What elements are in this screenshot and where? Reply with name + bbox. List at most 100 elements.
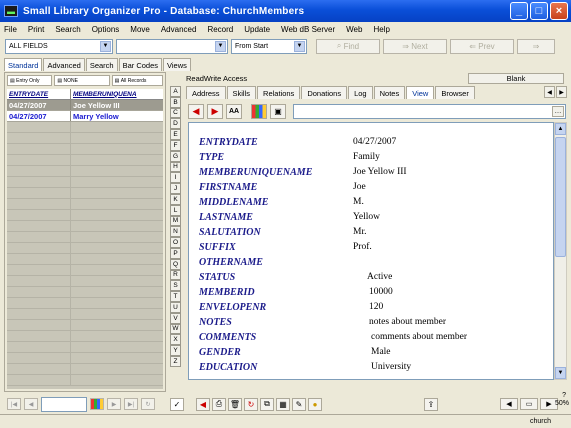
records-grid[interactable]: ENTRYDATE MEMBERUNIQUENA 04/27/2007 Joe …	[7, 89, 163, 389]
alpha-index-q[interactable]: Q	[170, 258, 181, 270]
entry-only-button[interactable]: ▤ Entry Only	[7, 75, 53, 86]
column-header-membername[interactable]: MEMBERUNIQUENA	[71, 89, 163, 99]
tab-standard[interactable]: Standard	[4, 58, 43, 71]
menu-print[interactable]: Print	[28, 25, 44, 34]
field-value-envelopenr[interactable]: 120	[369, 300, 383, 314]
alpha-index-a[interactable]: A	[170, 86, 181, 97]
tab-notes[interactable]: Notes	[373, 86, 406, 99]
prev-button[interactable]: ⇐ Prev	[450, 38, 514, 54]
field-value-status[interactable]: Active	[367, 270, 392, 284]
alpha-index-d[interactable]: D	[170, 118, 181, 130]
table-row[interactable]: 04/27/2007 Joe Yellow III	[7, 100, 163, 111]
alpha-index-y[interactable]: Y	[170, 345, 181, 356]
field-value-notes[interactable]: notes about member	[369, 315, 446, 329]
alpha-index-x[interactable]: X	[170, 334, 181, 346]
field-value-salutation[interactable]: Mr.	[353, 225, 366, 239]
field-value-memberid[interactable]: 10000	[369, 285, 393, 299]
alpha-index-f[interactable]: F	[170, 139, 181, 151]
grid-color-icon[interactable]	[251, 103, 267, 119]
view-folder-icon[interactable]: ▭	[520, 398, 538, 410]
edit-icon[interactable]: ✎	[292, 397, 306, 411]
copy-icon[interactable]: ⧉	[260, 397, 274, 411]
tab-donations[interactable]: Donations	[301, 86, 348, 99]
all-records-button[interactable]: ▤ All Records	[111, 75, 163, 86]
field-value-middlename[interactable]: M.	[353, 195, 364, 209]
refresh-icon[interactable]: ↻	[244, 397, 258, 411]
tab-log[interactable]: Log	[348, 86, 373, 99]
tab-advanced[interactable]: Advanced	[43, 58, 85, 71]
none-button[interactable]: ▤ NONE	[54, 75, 110, 86]
alpha-index-b[interactable]: B	[170, 96, 181, 108]
view-left-icon[interactable]: ◀	[500, 398, 518, 410]
tab-relations[interactable]: Relations	[257, 86, 301, 99]
tab-bar-codes[interactable]: Bar Codes	[118, 58, 163, 71]
menu-record[interactable]: Record	[207, 25, 233, 34]
chevron-down-icon[interactable]: ▼	[215, 40, 226, 52]
tab-views[interactable]: Views	[163, 58, 191, 71]
menu-webdb-server[interactable]: Web dB Server	[281, 25, 335, 34]
alpha-index-z[interactable]: Z	[170, 355, 181, 367]
field-value-education[interactable]: University	[371, 360, 411, 374]
tab-search[interactable]: Search	[85, 58, 118, 71]
print-view-icon[interactable]: ▣	[270, 103, 286, 119]
prev-record-icon[interactable]: ◀	[24, 398, 38, 410]
alpha-index-w[interactable]: W	[170, 323, 181, 335]
arrow-left-icon[interactable]: ◀	[188, 103, 204, 119]
chevron-left-icon[interactable]: ◀	[544, 86, 555, 98]
tab-browser[interactable]: Browser	[435, 86, 475, 99]
menu-help[interactable]: Help	[373, 25, 389, 34]
field-value-firstname[interactable]: Joe	[353, 180, 366, 194]
alpha-index-h[interactable]: H	[170, 161, 181, 173]
alpha-index-g[interactable]: G	[170, 150, 181, 162]
field-value-comments[interactable]: comments about member	[371, 330, 467, 344]
alpha-index-j[interactable]: J	[170, 183, 181, 194]
alpha-index-p[interactable]: P	[170, 247, 181, 259]
alpha-index-c[interactable]: C	[170, 107, 181, 119]
chevron-up-icon[interactable]: ▲	[555, 123, 566, 135]
column-header-entrydate[interactable]: ENTRYDATE	[7, 89, 71, 99]
chevron-down-icon[interactable]: ▼	[555, 367, 566, 379]
font-size-icon[interactable]: AA	[226, 103, 242, 119]
record-number-input[interactable]	[41, 396, 87, 412]
chevron-down-icon[interactable]: ▼	[100, 40, 111, 52]
more-button[interactable]: ⇒	[517, 38, 555, 54]
next-record-icon[interactable]: ▶	[107, 398, 121, 410]
alpha-index-t[interactable]: T	[170, 291, 181, 302]
menu-options[interactable]: Options	[92, 25, 120, 34]
grid-color-icon[interactable]	[90, 398, 104, 410]
alpha-index-m[interactable]: M	[170, 215, 181, 227]
trash-icon[interactable]: 🗑	[228, 397, 242, 411]
more-icon[interactable]: …	[552, 105, 564, 117]
alpha-index-u[interactable]: U	[170, 301, 181, 313]
arrow-right-icon[interactable]: ▶	[207, 103, 223, 119]
tab-address[interactable]: Address	[186, 86, 226, 99]
alpha-index-s[interactable]: S	[170, 280, 181, 292]
chevron-down-icon[interactable]: ▼	[294, 40, 305, 52]
blank-button[interactable]: Blank	[468, 73, 564, 84]
chevron-right-icon[interactable]: ▶	[556, 86, 567, 98]
tab-view[interactable]: View	[406, 86, 435, 99]
checkbox-icon[interactable]: ✓	[170, 397, 184, 411]
vertical-scrollbar[interactable]: ▲ ▼	[554, 122, 567, 380]
minimize-button[interactable]: _	[510, 2, 528, 20]
lightbulb-icon[interactable]: ●	[308, 397, 322, 411]
export-icon[interactable]: ⇪	[424, 397, 438, 411]
alpha-index-e[interactable]: E	[170, 129, 181, 140]
alpha-index-v[interactable]: V	[170, 312, 181, 324]
scroll-thumb[interactable]	[555, 137, 566, 257]
field-value-gender[interactable]: Male	[371, 345, 391, 359]
field-value-type[interactable]: Family	[353, 150, 380, 164]
table-row[interactable]: 04/27/2007 Marry Yellow	[7, 111, 163, 122]
search-input[interactable]: ▼	[116, 38, 228, 54]
field-value-entrydate[interactable]: 04/27/2007	[353, 135, 396, 149]
menu-advanced[interactable]: Advanced	[161, 25, 197, 34]
field-value-memberuniquename[interactable]: Joe Yellow III	[353, 165, 407, 179]
menu-web[interactable]: Web	[346, 25, 362, 34]
maximize-button[interactable]: □	[530, 2, 548, 20]
alpha-index-o[interactable]: O	[170, 237, 181, 248]
print-icon[interactable]: ⎙	[212, 397, 226, 411]
refresh-icon[interactable]: ↻	[141, 398, 155, 410]
field-select[interactable]: ALL FIELDS ▼	[5, 38, 113, 54]
next-button[interactable]: ⇒ Next	[383, 38, 447, 54]
last-record-icon[interactable]: ▶|	[124, 398, 138, 410]
